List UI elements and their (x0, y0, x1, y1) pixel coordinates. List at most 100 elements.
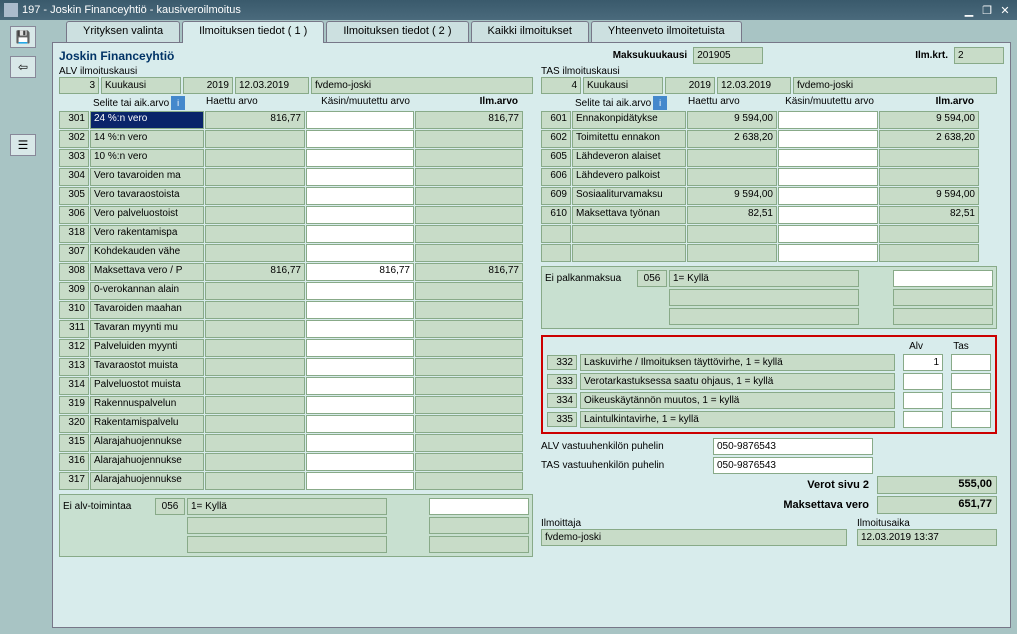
table-row[interactable]: 306Vero palveluostoist (59, 206, 533, 224)
row-desc: Sosiaaliturvamaksu (572, 187, 686, 205)
row-kasin[interactable] (778, 111, 878, 129)
row-desc: Maksettava työnan (572, 206, 686, 224)
row-haettu (205, 301, 305, 319)
table-row[interactable]: 602Toimitettu ennakon2 638,202 638,20 (541, 130, 997, 148)
table-row[interactable]: 308Maksettava vero / P816,77816,77816,77 (59, 263, 533, 281)
row-kasin[interactable] (778, 130, 878, 148)
row-kasin[interactable] (306, 396, 414, 414)
info-icon[interactable]: i (171, 96, 185, 110)
row-kasin[interactable] (778, 149, 878, 167)
table-row[interactable]: 315Alarajahuojennukse (59, 434, 533, 452)
row-kasin[interactable] (306, 358, 414, 376)
row-kasin[interactable] (778, 244, 878, 262)
table-row[interactable]: 313Tavaraostot muista (59, 358, 533, 376)
row-kasin[interactable] (778, 187, 878, 205)
ei-alv-label: Ei alv-toimintaa (63, 501, 153, 512)
row-kasin[interactable] (306, 434, 414, 452)
row-kasin[interactable] (778, 168, 878, 186)
tab-yhteenveto[interactable]: Yhteenveto ilmoitetuista (591, 21, 742, 43)
tab-ilmoituksen-tiedot-2[interactable]: Ilmoituksen tiedot ( 2 ) (326, 21, 468, 43)
row-kasin[interactable] (306, 111, 414, 129)
tab-kaikki-ilmoitukset[interactable]: Kaikki ilmoitukset (471, 21, 589, 43)
table-row[interactable]: 317Alarajahuojennukse (59, 472, 533, 490)
table-row[interactable] (541, 244, 997, 262)
row-kasin[interactable] (306, 320, 414, 338)
tab-yrityksen-valinta[interactable]: Yrityksen valinta (66, 21, 180, 43)
row-kasin[interactable] (306, 130, 414, 148)
row-code: 308 (59, 263, 89, 281)
red-tas-input[interactable] (951, 392, 991, 409)
ei-palkka-input[interactable] (893, 270, 993, 287)
row-kasin[interactable] (778, 206, 878, 224)
row-kasin[interactable] (306, 168, 414, 186)
alv-date: 12.03.2019 (235, 77, 309, 94)
save-icon[interactable]: 💾 (10, 26, 36, 48)
row-ilm (415, 206, 523, 224)
red-tas-input[interactable] (951, 411, 991, 428)
grid-alv: 30124 %:n vero816,77816,7730214 %:n vero… (59, 111, 533, 490)
back-icon[interactable]: ⇦ (10, 56, 36, 78)
table-row[interactable]: 3090-verokannan alain (59, 282, 533, 300)
row-kasin[interactable] (306, 282, 414, 300)
table-row[interactable]: 319Rakennuspalvelun (59, 396, 533, 414)
row-kasin[interactable] (306, 244, 414, 262)
row-kasin[interactable] (306, 472, 414, 490)
table-row[interactable]: 610Maksettava työnan82,5182,51 (541, 206, 997, 224)
table-row[interactable]: 609Sosiaaliturvamaksu9 594,009 594,00 (541, 187, 997, 205)
info-icon[interactable]: i (653, 96, 667, 110)
row-kasin[interactable] (306, 187, 414, 205)
table-row[interactable]: 601Ennakonpidätykse9 594,009 594,00 (541, 111, 997, 129)
row-code: 301 (59, 111, 89, 129)
alv-caption: ALV ilmoituskausi (59, 66, 533, 77)
maximize-icon[interactable]: ❐ (979, 3, 995, 17)
tab-ilmoituksen-tiedot-1[interactable]: Ilmoituksen tiedot ( 1 ) (182, 21, 324, 43)
table-row[interactable]: 30124 %:n vero816,77816,77 (59, 111, 533, 129)
red-alv-input[interactable]: 1 (903, 354, 943, 371)
table-row[interactable]: 30310 %:n vero (59, 149, 533, 167)
row-kasin[interactable] (306, 415, 414, 433)
minimize-icon[interactable]: ▁ (961, 3, 977, 17)
red-tas-input[interactable] (951, 373, 991, 390)
table-row[interactable]: 314Palveluostot muista (59, 377, 533, 395)
row-kasin[interactable] (306, 301, 414, 319)
row-kasin[interactable] (306, 339, 414, 357)
table-row[interactable]: 312Palveluiden myynti (59, 339, 533, 357)
row-ilm (415, 377, 523, 395)
table-row[interactable]: 318Vero rakentamispa (59, 225, 533, 243)
red-tas-input[interactable] (951, 354, 991, 371)
table-row[interactable]: 310Tavaroiden maahan (59, 301, 533, 319)
row-kasin[interactable]: 816,77 (306, 263, 414, 281)
ilmoittaja-label: Ilmoittaja (541, 518, 847, 529)
table-row[interactable]: 311Tavaran myynti mu (59, 320, 533, 338)
red-code: 333 (547, 374, 577, 389)
table-row[interactable]: 304Vero tavaroiden ma (59, 168, 533, 186)
table-row[interactable]: 30214 %:n vero (59, 130, 533, 148)
table-row[interactable]: 316Alarajahuojennukse (59, 453, 533, 471)
row-kasin[interactable] (306, 206, 414, 224)
company-name: Joskin Financeyhtiö (59, 49, 174, 63)
list-icon[interactable]: ☰ (10, 134, 36, 156)
row-ilm: 816,77 (415, 263, 523, 281)
table-row[interactable]: 305Vero tavaraostoista (59, 187, 533, 205)
alv-vast-value[interactable]: 050-9876543 (713, 438, 873, 455)
row-haettu (205, 168, 305, 186)
red-alv-input[interactable] (903, 373, 943, 390)
tas-user: fvdemo-joski (793, 77, 997, 94)
close-icon[interactable]: ✕ (997, 3, 1013, 17)
red-alv-input[interactable] (903, 411, 943, 428)
row-desc: Rakennuspalvelun (90, 396, 204, 414)
row-kasin[interactable] (778, 225, 878, 243)
row-kasin[interactable] (306, 377, 414, 395)
table-row[interactable]: 606Lähdevero palkoist (541, 168, 997, 186)
table-row[interactable] (541, 225, 997, 243)
row-kasin[interactable] (306, 149, 414, 167)
red-alv-input[interactable] (903, 392, 943, 409)
table-row[interactable]: 605Lähdeveron alaiset (541, 149, 997, 167)
table-row[interactable]: 320Rakentamispalvelu (59, 415, 533, 433)
row-kasin[interactable] (306, 453, 414, 471)
table-row[interactable]: 307Kohdekauden vähe (59, 244, 533, 262)
ei-alv-input[interactable] (429, 498, 529, 515)
row-haettu (205, 453, 305, 471)
row-kasin[interactable] (306, 225, 414, 243)
tas-vast-value[interactable]: 050-9876543 (713, 457, 873, 474)
